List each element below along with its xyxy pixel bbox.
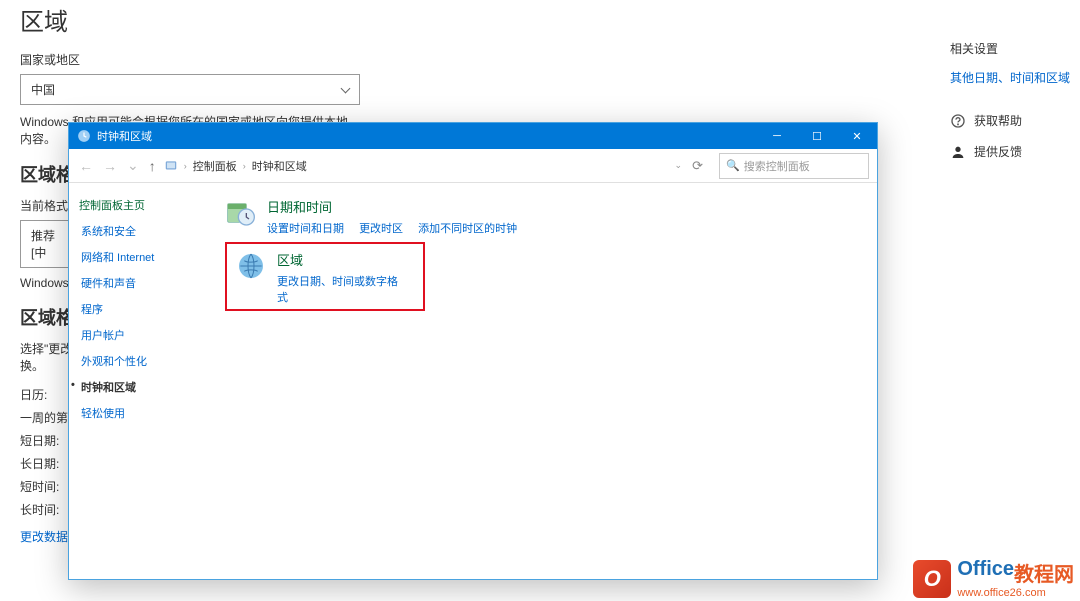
- crumb-1[interactable]: 控制面板: [193, 158, 237, 174]
- watermark-icon: O: [913, 560, 951, 598]
- window-buttons: ─ ☐ ✕: [757, 123, 877, 149]
- country-value: 中国: [31, 81, 55, 98]
- crumb-2[interactable]: 时钟和区域: [252, 158, 307, 174]
- close-button[interactable]: ✕: [837, 123, 877, 149]
- nav-user[interactable]: 用户帐户: [79, 327, 199, 343]
- person-icon: [950, 144, 966, 160]
- add-clocks-link[interactable]: 添加不同时区的时钟: [418, 223, 517, 235]
- titlebar-text: 时钟和区域: [97, 128, 152, 144]
- datetime-links: 设置时间和日期 更改时区 添加不同时区的时钟: [267, 220, 529, 236]
- forward-button[interactable]: →: [101, 158, 119, 174]
- nav-appearance[interactable]: 外观和个性化: [79, 353, 199, 369]
- datetime-icon: [225, 197, 257, 229]
- control-panel-window: 时钟和区域 ─ ☐ ✕ ← → ⌄ ↑ › 控制面板 › 时钟和区域 ⌄ ⟳ 🔍…: [68, 122, 878, 580]
- watermark: O Office教程网 www.office26.com: [913, 558, 1074, 599]
- change-tz-link[interactable]: 更改时区: [359, 223, 403, 235]
- up-button[interactable]: ↑: [147, 158, 158, 174]
- page-title: 区域: [20, 2, 1080, 37]
- minimize-button[interactable]: ─: [757, 123, 797, 149]
- help-icon: [950, 113, 966, 129]
- wm-brand-1: Office: [957, 558, 1014, 587]
- wm-brand-2: 教程网: [1014, 558, 1074, 587]
- change-format-link[interactable]: 更改日期、时间或数字格式: [277, 276, 398, 304]
- nav-ease[interactable]: 轻松使用: [79, 405, 199, 421]
- nav-home[interactable]: 控制面板主页: [79, 197, 199, 213]
- cp-body: 控制面板主页 系统和安全 网络和 Internet 硬件和声音 程序 用户帐户 …: [69, 183, 877, 579]
- recent-button[interactable]: ⌄: [125, 157, 141, 174]
- control-panel-icon: [164, 159, 178, 173]
- region-icon: [235, 250, 267, 282]
- back-button[interactable]: ←: [77, 158, 95, 174]
- region-title[interactable]: 区域: [277, 250, 415, 269]
- nav-clock-region[interactable]: 时钟和区域: [79, 379, 199, 395]
- cp-main: 日期和时间 设置时间和日期 更改时区 添加不同时区的时钟 区域 更改日期、时间或…: [209, 183, 877, 579]
- nav-programs[interactable]: 程序: [79, 301, 199, 317]
- set-datetime-link[interactable]: 设置时间和日期: [267, 223, 344, 235]
- region-item-highlighted: 区域 更改日期、时间或数字格式: [225, 242, 425, 311]
- cp-nav: 控制面板主页 系统和安全 网络和 Internet 硬件和声音 程序 用户帐户 …: [69, 183, 209, 579]
- search-input[interactable]: 🔍 搜索控制面板: [719, 153, 869, 179]
- maximize-button[interactable]: ☐: [797, 123, 837, 149]
- chevron-down-icon: [341, 83, 351, 93]
- nav-system[interactable]: 系统和安全: [79, 223, 199, 239]
- country-dropdown[interactable]: 中国: [20, 74, 360, 105]
- datetime-title[interactable]: 日期和时间: [267, 197, 529, 216]
- related-title: 相关设置: [950, 40, 1080, 57]
- help-label: 获取帮助: [974, 112, 1022, 129]
- feedback-row[interactable]: 提供反馈: [950, 143, 1080, 160]
- toolbar: ← → ⌄ ↑ › 控制面板 › 时钟和区域 ⌄ ⟳ 🔍 搜索控制面板: [69, 149, 877, 183]
- related-link[interactable]: 其他日期、时间和区域: [950, 69, 1080, 86]
- datetime-item: 日期和时间 设置时间和日期 更改时区 添加不同时区的时钟: [225, 197, 861, 236]
- clock-icon: [77, 129, 91, 143]
- country-label: 国家或地区: [20, 51, 1080, 68]
- feedback-label: 提供反馈: [974, 143, 1022, 160]
- titlebar[interactable]: 时钟和区域 ─ ☐ ✕: [69, 123, 877, 149]
- nav-network[interactable]: 网络和 Internet: [79, 249, 199, 265]
- related-sidebar: 相关设置 其他日期、时间和区域 获取帮助 提供反馈: [950, 40, 1080, 160]
- nav-hardware[interactable]: 硬件和声音: [79, 275, 199, 291]
- get-help-row[interactable]: 获取帮助: [950, 112, 1080, 129]
- format-value: 推荐 [中: [31, 227, 69, 261]
- refresh-button[interactable]: ⟳: [692, 158, 703, 174]
- breadcrumb[interactable]: › 控制面板 › 时钟和区域 ⌄: [164, 158, 682, 174]
- search-placeholder: 搜索控制面板: [744, 158, 810, 174]
- wm-url: www.office26.com: [957, 587, 1074, 599]
